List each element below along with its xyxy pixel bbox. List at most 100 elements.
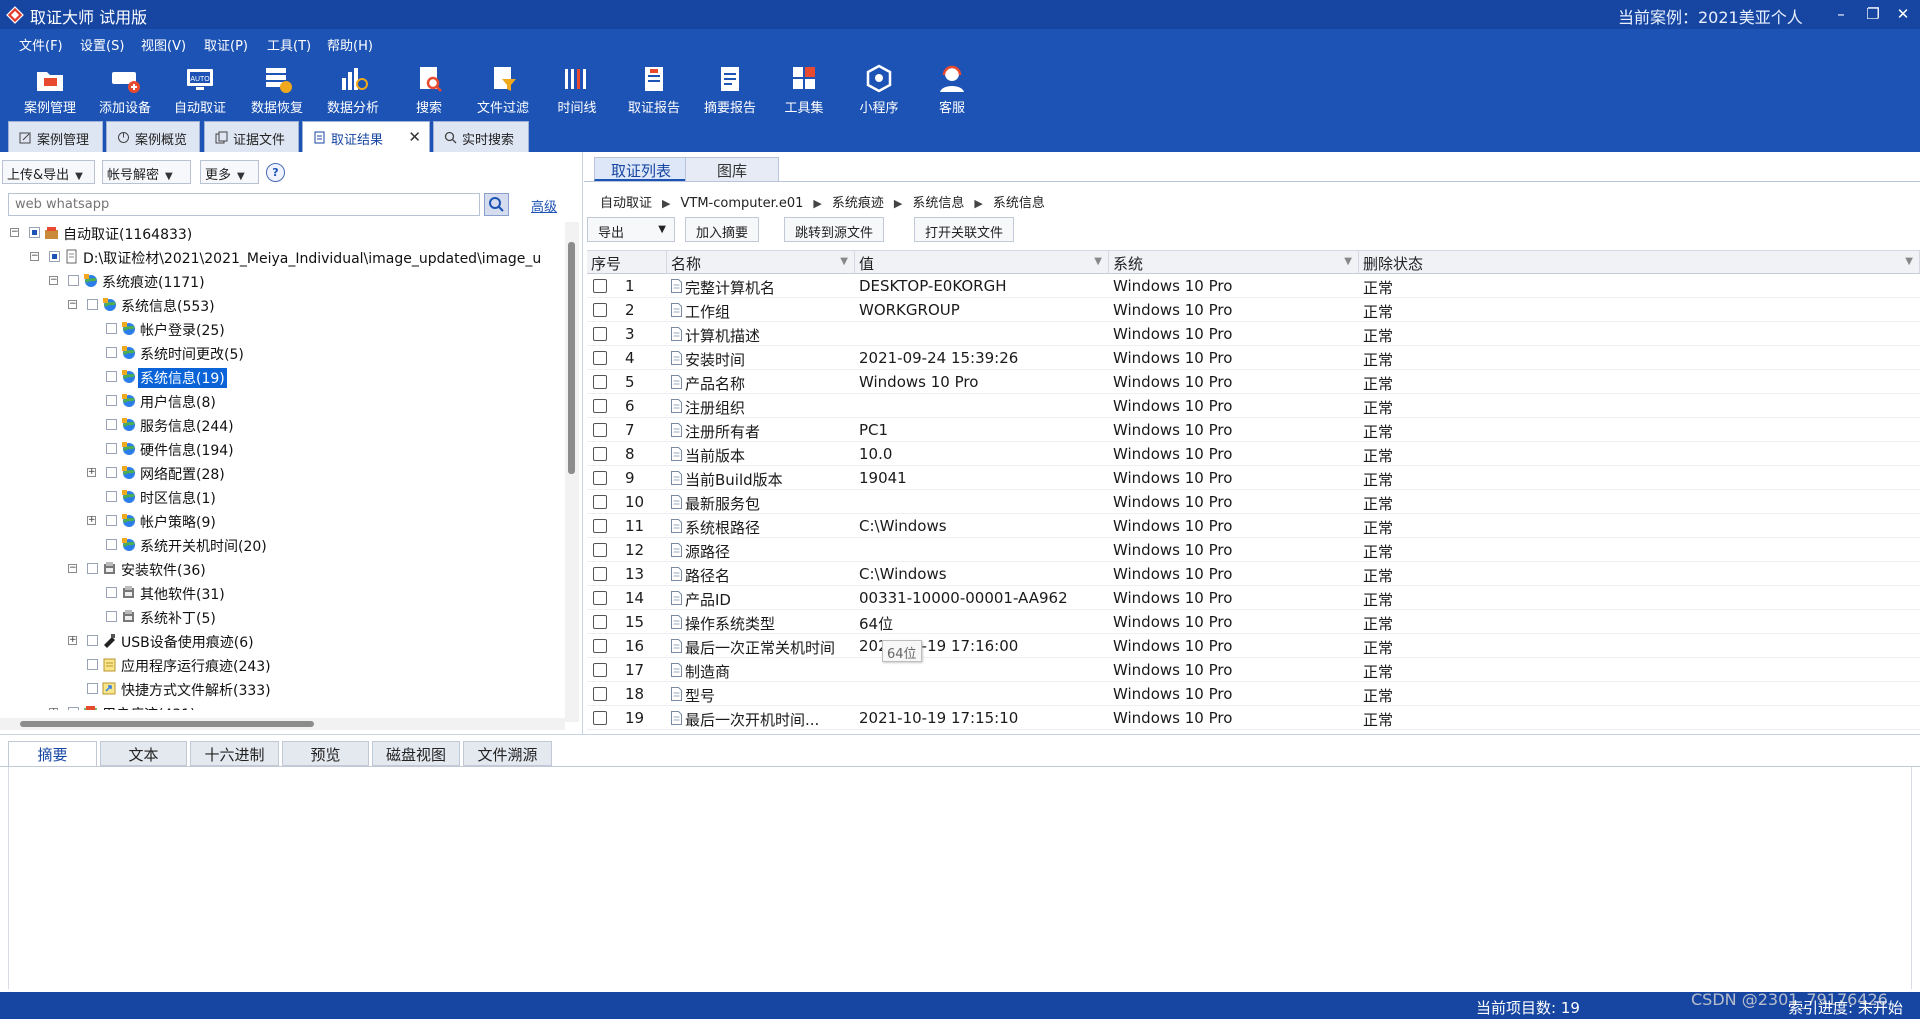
table-row[interactable]: 7 注册所有者 PC1 Windows 10 Pro 正常 <box>587 418 1920 442</box>
advanced-search-link[interactable]: 高级 <box>531 196 557 215</box>
row-checkbox[interactable] <box>593 639 607 653</box>
table-row[interactable]: 19 最后一次开机时间... 2021-10-19 17:15:10 Windows … <box>587 706 1920 730</box>
tab-file-trace[interactable]: 文件溯源 <box>463 741 552 766</box>
tree-checkbox[interactable] <box>29 227 40 238</box>
summary-content-area[interactable] <box>8 767 1912 989</box>
close-button[interactable]: ✕ <box>1888 2 1918 26</box>
case-management-button[interactable]: 案例管理 <box>14 61 86 117</box>
tree-checkbox[interactable] <box>68 707 79 710</box>
row-checkbox[interactable] <box>593 711 607 725</box>
row-checkbox[interactable] <box>593 399 607 413</box>
column-header-name[interactable]: 名称 ▼ <box>667 250 855 274</box>
expand-icon[interactable]: + <box>68 636 77 645</box>
row-checkbox[interactable] <box>593 543 607 557</box>
table-row[interactable]: 12 源路径 Windows 10 Pro 正常 <box>587 538 1920 562</box>
tree-node[interactable]: + USB设备使用痕迹(6) <box>0 630 560 652</box>
filter-icon[interactable]: ▼ <box>840 256 848 267</box>
table-row[interactable]: 6 注册组织 Windows 10 Pro 正常 <box>587 394 1920 418</box>
tree-checkbox[interactable] <box>106 515 117 526</box>
tree-search-button[interactable] <box>484 193 509 216</box>
search-button[interactable]: 搜索 <box>393 61 465 117</box>
row-checkbox[interactable] <box>593 495 607 509</box>
menu-tools[interactable]: 工具(T) <box>263 33 315 56</box>
row-checkbox[interactable] <box>593 279 607 293</box>
tree-search-input[interactable] <box>8 193 480 216</box>
column-header-no[interactable]: 序号 <box>587 250 667 274</box>
tab-disk-view[interactable]: 磁盘视图 <box>372 741 460 766</box>
tree-node[interactable]: 硬件信息(194) <box>0 438 560 460</box>
tab-evidence-files[interactable]: 证据文件 <box>204 121 299 152</box>
table-row[interactable]: 5 产品名称 Windows 10 Pro Windows 10 Pro 正常 <box>587 370 1920 394</box>
add-device-button[interactable]: 添加设备 <box>89 61 161 117</box>
tree-vertical-scrollbar[interactable] <box>565 222 579 722</box>
row-checkbox[interactable] <box>593 567 607 581</box>
expand-icon[interactable]: + <box>49 708 58 710</box>
tab-gallery[interactable]: 图库 <box>685 157 779 181</box>
tree-checkbox[interactable] <box>106 347 117 358</box>
breadcrumb-item[interactable]: 系统痕迹 <box>832 196 884 211</box>
tree-node[interactable]: − 系统信息(553) <box>0 294 560 316</box>
toolset-button[interactable]: 工具集 <box>768 61 840 117</box>
tree-node[interactable]: 帐户登录(25) <box>0 318 560 340</box>
table-row[interactable]: 2 工作组 WORKGROUP Windows 10 Pro 正常 <box>587 298 1920 322</box>
tree-node[interactable]: 系统补丁(5) <box>0 606 560 628</box>
tree-node[interactable]: 服务信息(244) <box>0 414 560 436</box>
table-row[interactable]: 15 操作系统类型 64位 Windows 10 Pro 正常 <box>587 610 1920 634</box>
column-header-delete-status[interactable]: 删除状态 ▼ <box>1359 250 1920 274</box>
row-checkbox[interactable] <box>593 519 607 533</box>
tree-node[interactable]: − 自动取证(1164833) <box>0 222 560 244</box>
tree-node[interactable]: + 网络配置(28) <box>0 462 560 484</box>
row-checkbox[interactable] <box>593 375 607 389</box>
tree-node[interactable]: + 用户痕迹(431) <box>0 702 560 710</box>
tab-hex[interactable]: 十六进制 <box>190 741 279 766</box>
menu-view[interactable]: 视图(V) <box>137 33 190 56</box>
tree-node[interactable]: 用户信息(8) <box>0 390 560 412</box>
collapse-icon[interactable]: − <box>49 276 58 285</box>
tree-node[interactable]: 应用程序运行痕迹(243) <box>0 654 560 676</box>
tree-checkbox[interactable] <box>106 419 117 430</box>
tree-node[interactable]: − D:\取证检材\2021\2021_Meiya_Individual\imag… <box>0 246 560 268</box>
table-row[interactable]: 14 产品ID 00331-10000-00001-AA962 Windows 10 … <box>587 586 1920 610</box>
tab-case-overview[interactable]: 案例概览 <box>106 121 200 152</box>
breadcrumb-item[interactable]: 自动取证 <box>600 196 652 211</box>
tree-checkbox[interactable] <box>106 539 117 550</box>
table-row[interactable]: 9 当前Build版本 19041 Windows 10 Pro 正常 <box>587 466 1920 490</box>
table-row[interactable]: 8 当前版本 10.0 Windows 10 Pro 正常 <box>587 442 1920 466</box>
row-checkbox[interactable] <box>593 663 607 677</box>
table-row[interactable]: 17 制造商 Windows 10 Pro 正常 <box>587 658 1920 682</box>
auto-forensics-button[interactable]: AUTO 自动取证 <box>164 61 236 117</box>
table-row[interactable]: 18 型号 Windows 10 Pro 正常 <box>587 682 1920 706</box>
tree-checkbox[interactable] <box>49 251 60 262</box>
breadcrumb-item[interactable]: VTM-computer.e01 <box>680 196 803 211</box>
tree-checkbox[interactable] <box>106 587 117 598</box>
close-tab-icon[interactable]: ✕ <box>408 128 421 146</box>
scrollbar-thumb[interactable] <box>568 242 575 474</box>
filter-icon[interactable]: ▼ <box>1905 256 1913 267</box>
row-checkbox[interactable] <box>593 447 607 461</box>
column-header-system[interactable]: 系统 ▼ <box>1109 250 1359 274</box>
menu-help[interactable]: 帮助(H) <box>323 33 377 56</box>
tab-case-management[interactable]: 案例管理 <box>8 121 103 152</box>
jump-to-source-button[interactable]: 跳转到源文件 <box>784 217 885 242</box>
tree-checkbox[interactable] <box>87 299 98 310</box>
tree-node[interactable]: 其他软件(31) <box>0 582 560 604</box>
tree-checkbox[interactable] <box>106 323 117 334</box>
tab-realtime-search[interactable]: 实时搜索 <box>433 121 529 152</box>
table-row[interactable]: 1 完整计算机名 DESKTOP-E0KORGH Windows 10 Pro 正常 <box>587 274 1920 298</box>
menu-settings[interactable]: 设置(S) <box>76 33 128 56</box>
tab-summary[interactable]: 摘要 <box>8 741 97 766</box>
tree-node[interactable]: 快捷方式文件解析(333) <box>0 678 560 700</box>
collapse-icon[interactable]: − <box>68 564 77 573</box>
expand-icon[interactable]: + <box>87 516 96 525</box>
filter-icon[interactable]: ▼ <box>1094 256 1102 267</box>
table-row[interactable]: 4 安装时间 2021-09-24 15:39:26 Windows 10 Pro 正常 <box>587 346 1920 370</box>
tree-checkbox[interactable] <box>106 611 117 622</box>
tree-node[interactable]: − 系统痕迹(1171) <box>0 270 560 292</box>
table-row[interactable]: 3 计算机描述 Windows 10 Pro 正常 <box>587 322 1920 346</box>
file-filter-button[interactable]: 文件过滤 <box>467 61 539 117</box>
tree-checkbox[interactable] <box>106 491 117 502</box>
tree-node[interactable]: + 帐户策略(9) <box>0 510 560 532</box>
row-checkbox[interactable] <box>593 423 607 437</box>
summary-report-button[interactable]: 摘要报告 <box>694 61 766 117</box>
open-associated-file-button[interactable]: 打开关联文件 <box>914 217 1015 242</box>
